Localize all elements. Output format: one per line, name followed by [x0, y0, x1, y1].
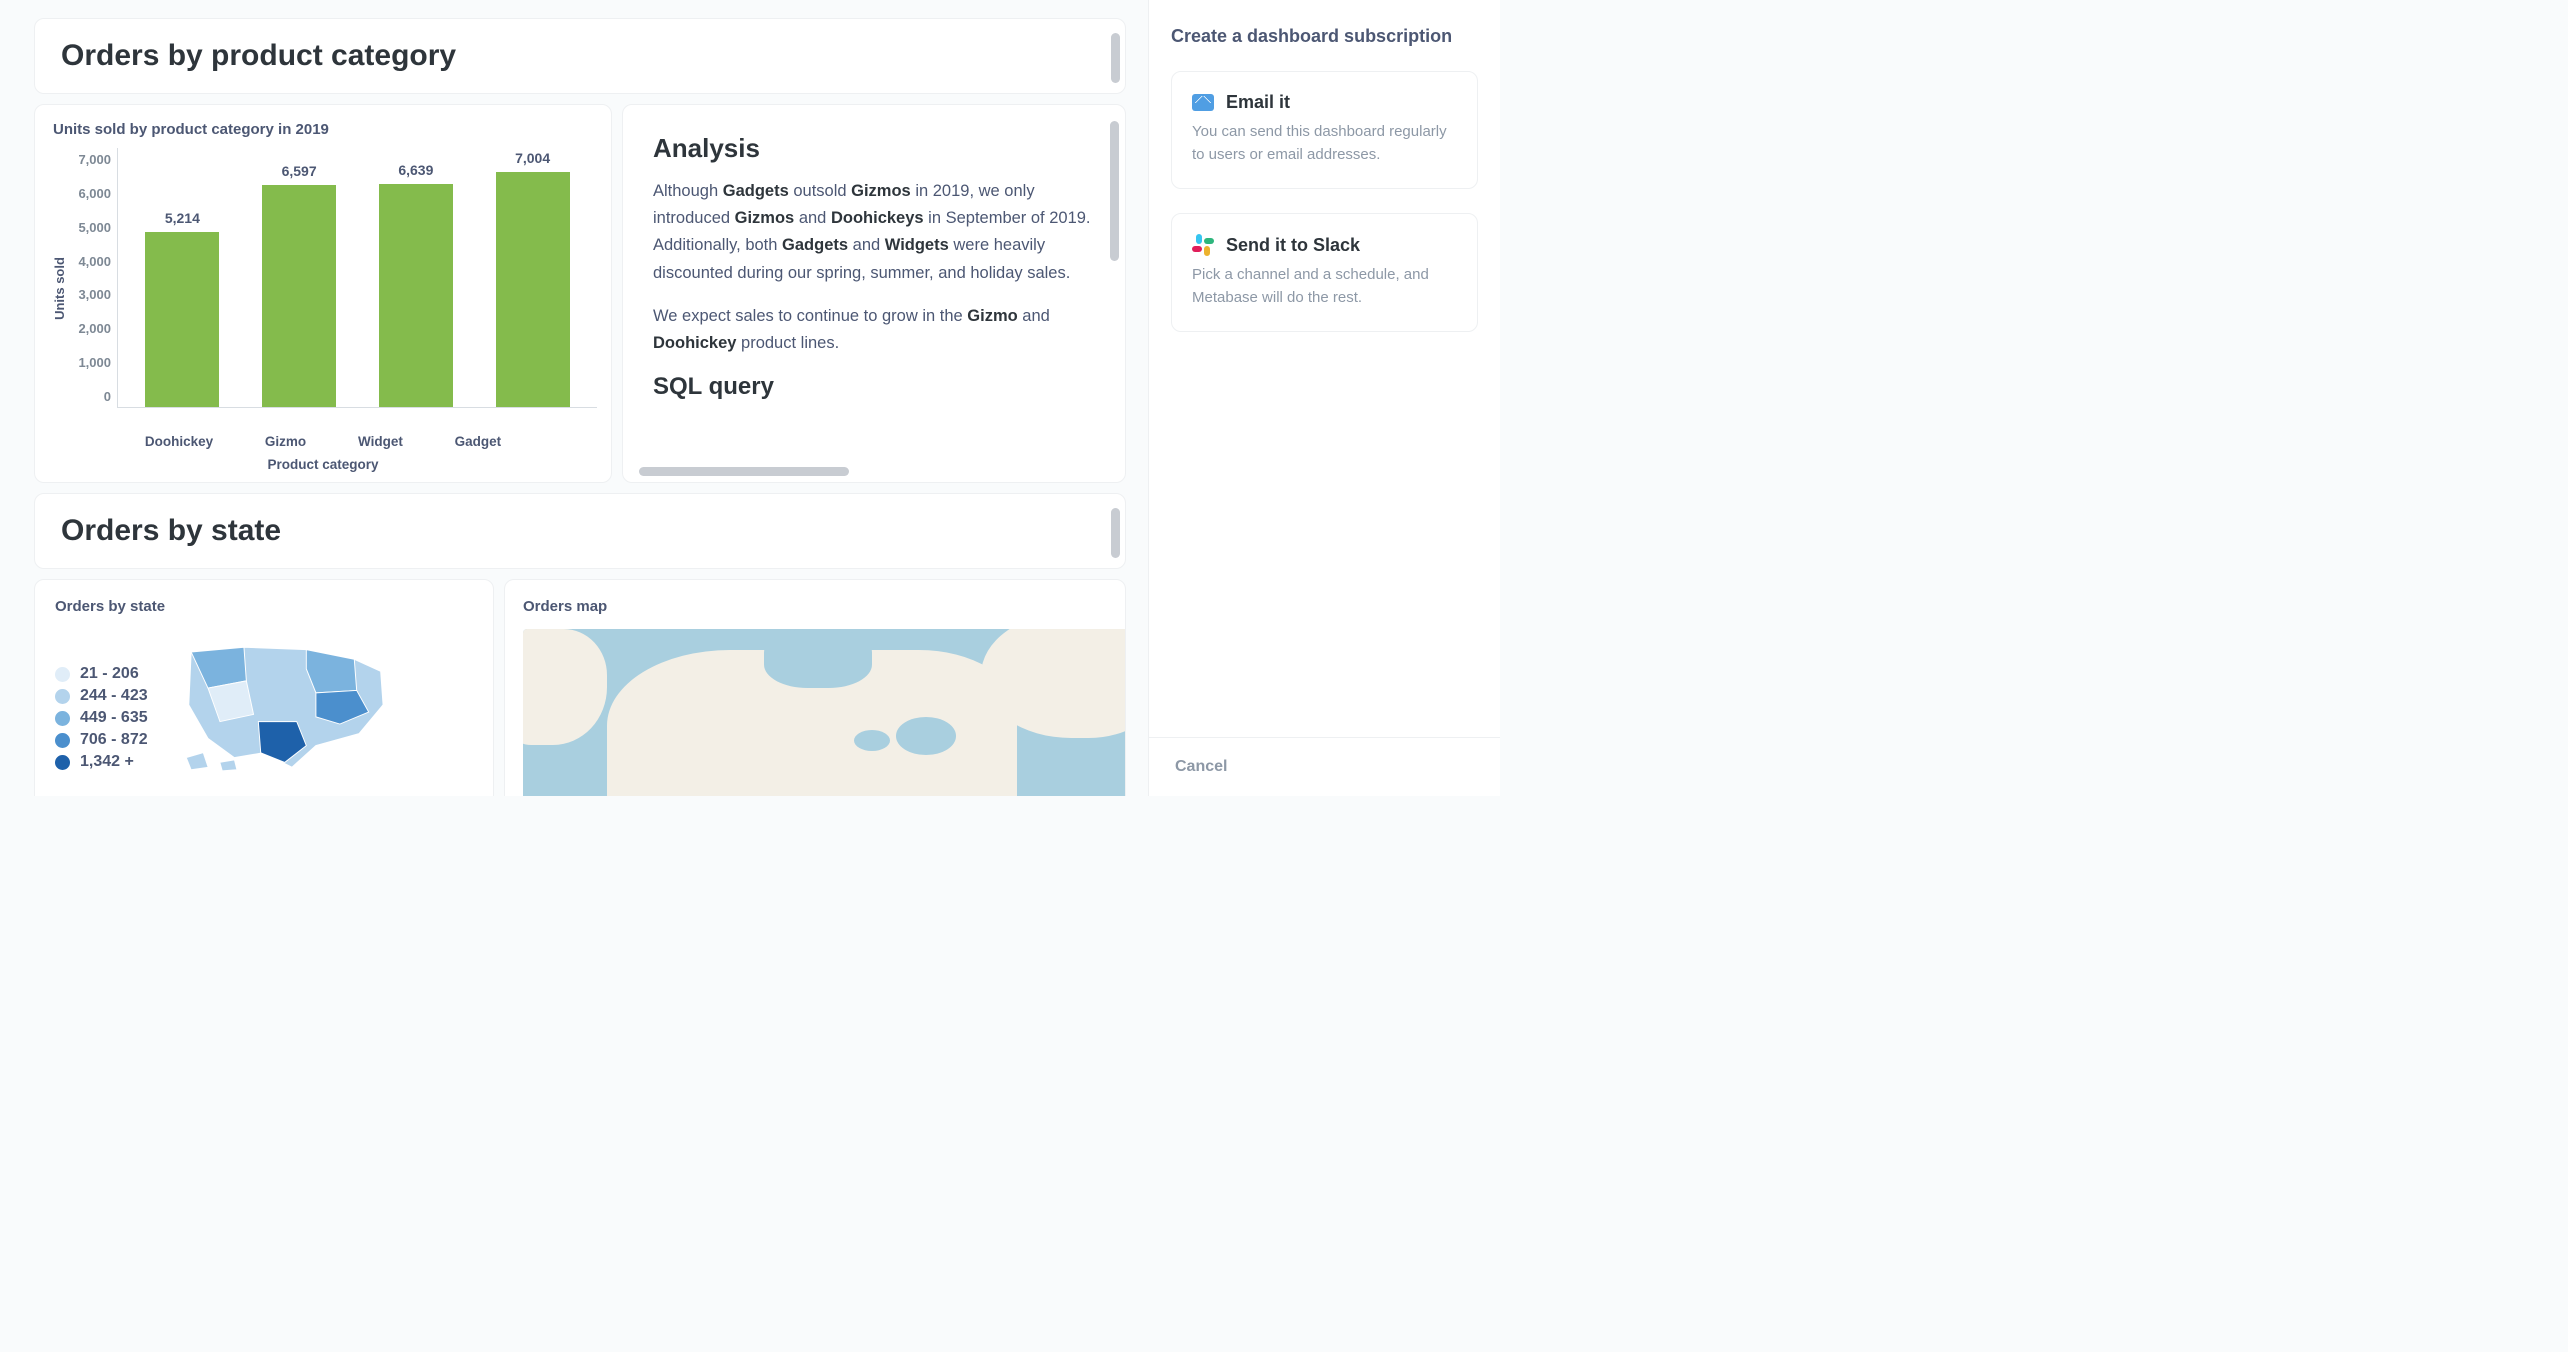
legend-list: 21 - 206 244 - 423 449 - 635 706 - 872 1,342… [55, 629, 148, 771]
world-map[interactable] [523, 629, 1125, 796]
side-panel-footer: Cancel [1149, 737, 1500, 796]
x-category: Widget [358, 434, 403, 449]
y-axis-label-wrap: Units sold [49, 148, 69, 428]
legend-swatch [55, 711, 70, 726]
bar[interactable]: 6,597 [257, 163, 341, 407]
bar-rect [379, 184, 453, 407]
slack-card-desc: Pick a channel and a schedule, and Metab… [1192, 264, 1457, 309]
analysis-paragraph: We expect sales to continue to grow in t… [653, 303, 1095, 357]
side-panel-title: Create a dashboard subscription [1171, 26, 1478, 47]
dashboard-main: Orders by product category Units sold by… [0, 0, 1148, 796]
section-header-orders-by-category: Orders by product category [34, 18, 1126, 94]
slack-icon [1192, 234, 1214, 256]
chart-plot-area: 5,214 6,597 6,639 7,004 [117, 148, 597, 408]
scrollbar-thumb[interactable] [1111, 33, 1120, 83]
bar-value-label: 7,004 [515, 150, 550, 166]
scrollbar-thumb[interactable] [1110, 121, 1119, 261]
y-tick: 7,000 [78, 152, 111, 167]
bar-chart-card[interactable]: Units sold by product category in 2019 U… [34, 104, 612, 483]
bar-value-label: 5,214 [165, 210, 200, 226]
y-axis-label: Units sold [52, 257, 67, 320]
bar-rect [496, 172, 570, 407]
analysis-paragraph: Although Gadgets outsold Gizmos in 2019,… [653, 178, 1095, 287]
orders-by-state-card[interactable]: Orders by state 21 - 206 244 - 423 449 - 6… [34, 579, 494, 796]
legend-item: 21 - 206 [55, 665, 148, 683]
y-tick: 6,000 [78, 186, 111, 201]
legend-label: 449 - 635 [80, 709, 148, 727]
y-tick: 4,000 [78, 254, 111, 269]
legend-item: 244 - 423 [55, 687, 148, 705]
x-category: Doohickey [145, 434, 213, 449]
bar-rect [145, 232, 219, 407]
y-tick: 0 [104, 389, 111, 404]
chart-title: Units sold by product category in 2019 [53, 121, 597, 138]
email-icon [1192, 94, 1214, 111]
section-title: Orders by product category [61, 39, 1099, 73]
slack-subscription-card[interactable]: Send it to Slack Pick a channel and a sc… [1171, 213, 1478, 332]
legend-swatch [55, 755, 70, 770]
x-category: Gizmo [265, 434, 306, 449]
legend-item: 706 - 872 [55, 731, 148, 749]
legend-item: 449 - 635 [55, 709, 148, 727]
legend-label: 706 - 872 [80, 731, 148, 749]
email-card-desc: You can send this dashboard regularly to… [1192, 121, 1457, 166]
card-title: Orders map [523, 598, 1125, 615]
bar-rect [262, 185, 336, 407]
email-card-title: Email it [1226, 92, 1290, 113]
x-axis-categories: Doohickey Gizmo Widget Gadget [49, 428, 597, 449]
orders-map-card[interactable]: Orders map [504, 579, 1126, 796]
y-tick: 1,000 [78, 355, 111, 370]
bar[interactable]: 7,004 [491, 150, 575, 407]
analysis-heading: Analysis [653, 133, 1095, 164]
email-subscription-card[interactable]: Email it You can send this dashboard reg… [1171, 71, 1478, 189]
x-category: Gadget [455, 434, 502, 449]
scrollbar-thumb[interactable] [639, 467, 849, 476]
bars-container: 5,214 6,597 6,639 7,004 [118, 148, 597, 407]
section-title: Orders by state [61, 514, 1099, 548]
slack-card-title: Send it to Slack [1226, 235, 1360, 256]
legend-label: 1,342 + [80, 753, 134, 771]
legend-swatch [55, 667, 70, 682]
bar[interactable]: 6,639 [374, 162, 458, 407]
bar-value-label: 6,639 [398, 162, 433, 178]
legend-label: 21 - 206 [80, 665, 139, 683]
scrollbar-thumb[interactable] [1111, 508, 1120, 558]
bar[interactable]: 5,214 [140, 210, 224, 407]
y-tick: 2,000 [78, 321, 111, 336]
y-axis-ticks: 7,000 6,000 5,000 4,000 3,000 2,000 1,000 0 [69, 148, 117, 428]
legend-and-map: 21 - 206 244 - 423 449 - 635 706 - 872 1,342… [55, 629, 473, 779]
row-state-maps: Orders by state 21 - 206 244 - 423 449 - 6… [34, 579, 1126, 796]
chart-body: Units sold 7,000 6,000 5,000 4,000 3,000 2,00… [49, 148, 597, 428]
cancel-button[interactable]: Cancel [1175, 758, 1227, 776]
sql-query-heading: SQL query [653, 373, 1095, 401]
x-axis-label: Product category [49, 457, 597, 472]
legend-swatch [55, 689, 70, 704]
section-header-orders-by-state: Orders by state [34, 493, 1126, 569]
card-title: Orders by state [55, 598, 473, 615]
legend-label: 244 - 423 [80, 687, 148, 705]
bar-value-label: 6,597 [282, 163, 317, 179]
subscription-side-panel: Create a dashboard subscription Email it… [1148, 0, 1500, 796]
y-tick: 3,000 [78, 287, 111, 302]
analysis-card[interactable]: Analysis Although Gadgets outsold Gizmos… [622, 104, 1126, 483]
row-chart-analysis: Units sold by product category in 2019 U… [34, 104, 1126, 483]
usa-choropleth-map [172, 629, 402, 779]
y-tick: 5,000 [78, 220, 111, 235]
legend-item: 1,342 + [55, 753, 148, 771]
legend-swatch [55, 733, 70, 748]
